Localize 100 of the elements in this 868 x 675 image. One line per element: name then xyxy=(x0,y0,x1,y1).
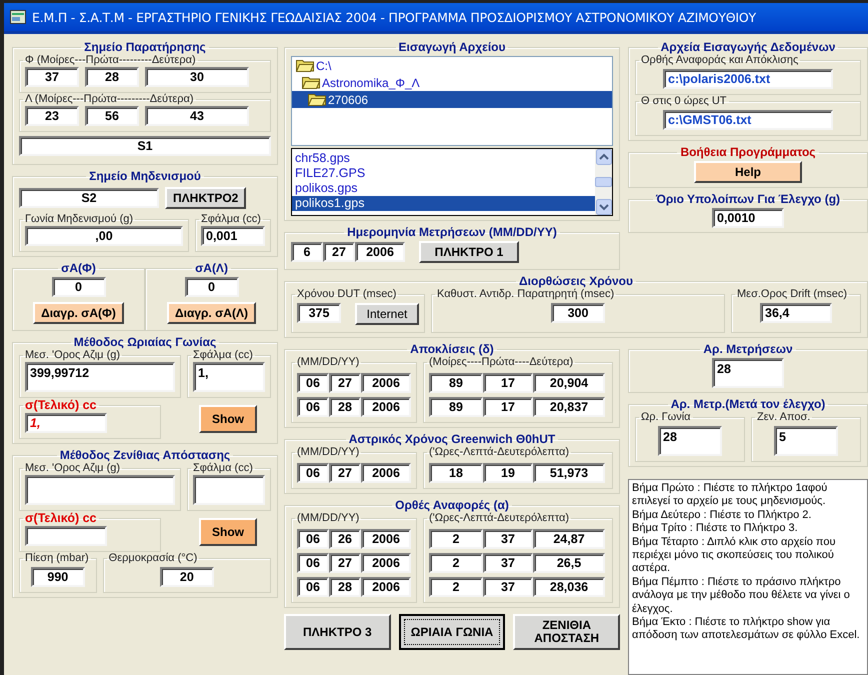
text-field[interactable]: 37 xyxy=(25,67,79,87)
text-field[interactable]: 20 xyxy=(160,567,214,587)
chevron-up-icon[interactable] xyxy=(596,149,612,165)
text-field[interactable]: 28 xyxy=(658,426,722,456)
text-field[interactable]: 28,036 xyxy=(533,577,605,597)
file-item[interactable]: FILE27.GPS xyxy=(292,166,595,181)
text-field[interactable]: 43 xyxy=(145,106,249,126)
group-label: Χρόνου DUT (msec) xyxy=(296,288,398,300)
text-field[interactable]: 28 xyxy=(329,577,361,597)
text-field[interactable]: 19 xyxy=(483,463,533,483)
text-field[interactable]: 56 xyxy=(85,106,139,126)
file-item[interactable]: polikos1.gps xyxy=(292,196,595,211)
chevron-down-icon[interactable] xyxy=(596,199,612,215)
text-field[interactable]: 20,904 xyxy=(533,373,605,393)
group-label: Μεσ. 'Ορος Αζιμ (g) xyxy=(24,462,122,474)
scrollbar[interactable] xyxy=(595,149,612,215)
text-field[interactable]: 6 xyxy=(291,242,323,262)
text-field[interactable]: 30 xyxy=(145,67,249,87)
text-field[interactable]: 28 xyxy=(712,358,784,388)
text-field[interactable]: 17 xyxy=(483,373,533,393)
text-field[interactable]: c:\polaris2006.txt xyxy=(663,69,833,89)
text-field[interactable]: 300 xyxy=(551,303,605,323)
text-field[interactable]: c:\GMST06.txt xyxy=(663,110,833,130)
folder-item[interactable]: Astronomika_Φ_Λ xyxy=(292,74,612,91)
text-field[interactable] xyxy=(25,475,175,505)
text-field[interactable]: 27 xyxy=(329,373,361,393)
text-field[interactable]: 0,001 xyxy=(201,226,265,246)
group-title: Εισαγωγή Αρχείου xyxy=(398,40,506,54)
text-field[interactable]: 375 xyxy=(297,303,341,323)
text-field[interactable]: 2 xyxy=(429,577,483,597)
text-field[interactable]: 0,0010 xyxy=(712,208,784,228)
text-field[interactable]: 26,5 xyxy=(533,553,605,573)
text-field[interactable]: 2 xyxy=(429,529,483,549)
text-field[interactable]: 06 xyxy=(297,553,329,573)
show-button[interactable]: Show xyxy=(199,404,257,432)
text-field[interactable]: 27 xyxy=(329,553,361,573)
text-field[interactable]: 06 xyxy=(297,397,329,417)
text-field[interactable]: 89 xyxy=(429,397,483,417)
text-field[interactable]: 23 xyxy=(25,106,79,126)
folder-item[interactable]: C:\ xyxy=(292,57,612,74)
text-field[interactable]: 5 xyxy=(774,426,838,456)
text-field[interactable]: ,00 xyxy=(25,226,183,246)
text-field[interactable]: 26 xyxy=(329,529,361,549)
folder-item[interactable]: 270606 xyxy=(292,91,612,108)
text-field[interactable]: 06 xyxy=(297,529,329,549)
text-field[interactable]: 37 xyxy=(483,553,533,573)
text-field[interactable]: 2006 xyxy=(361,529,411,549)
text-field[interactable]: 27 xyxy=(323,242,355,262)
text-field[interactable]: 18 xyxy=(429,463,483,483)
text-field[interactable]: 89 xyxy=(429,373,483,393)
text-field[interactable]: 06 xyxy=(297,373,329,393)
file-item[interactable]: polikos.gps xyxy=(292,181,595,196)
file-item[interactable]: chr58.gps xyxy=(292,151,595,166)
action-button[interactable]: ΖΕΝΙΘΙΑ ΑΠΟΣΤΑΣΗ xyxy=(513,614,620,650)
delete-button[interactable]: Διαγρ. σΑ(Φ) xyxy=(33,302,124,324)
text-field[interactable]: S2 xyxy=(19,188,159,208)
delete-button[interactable]: Διαγρ. σΑ(Λ) xyxy=(167,302,256,324)
group-label: Σφάλμα (cc) xyxy=(192,349,254,361)
text-field[interactable]: 990 xyxy=(30,567,85,587)
help-button[interactable]: Help xyxy=(694,161,802,183)
text-field[interactable]: 2006 xyxy=(361,373,411,393)
group-title: Ορθές Αναφορές (α) xyxy=(394,498,510,512)
text-field[interactable]: 399,99712 xyxy=(25,362,175,392)
text-field[interactable]: 06 xyxy=(297,577,329,597)
text-field[interactable]: 0 xyxy=(184,277,238,297)
group-title: Αποκλίσεις (δ) xyxy=(409,342,495,356)
text-field[interactable] xyxy=(193,475,265,505)
text-field[interactable]: 06 xyxy=(297,463,329,483)
text-field[interactable]: 2006 xyxy=(361,577,411,597)
action-button[interactable]: ΠΛΗΚΤΡΟ 3 xyxy=(284,614,391,650)
text-field[interactable]: 2006 xyxy=(361,553,411,573)
text-field[interactable]: 1, xyxy=(25,413,107,433)
text-field[interactable]: 2006 xyxy=(361,463,411,483)
folder-name: C:\ xyxy=(316,58,332,72)
text-field[interactable]: S1 xyxy=(19,136,271,156)
action-button[interactable]: ΩΡΙΑΙΑ ΓΩΝΙΑ xyxy=(398,614,506,650)
scroll-thumb[interactable] xyxy=(595,177,612,187)
text-field[interactable]: 2006 xyxy=(355,242,405,262)
show-button[interactable]: Show xyxy=(199,518,257,546)
zeroing-button[interactable]: ΠΛΗΚΤΡΟ2 xyxy=(165,187,246,209)
text-field[interactable]: 24,87 xyxy=(533,529,605,549)
text-field[interactable] xyxy=(25,526,107,546)
group-label: (MM/DD/YY) xyxy=(296,446,360,458)
text-field[interactable]: 37 xyxy=(483,529,533,549)
text-field[interactable]: 51,973 xyxy=(533,463,605,483)
key-1-button[interactable]: ΠΛΗΚΤΡΟ 1 xyxy=(419,241,519,263)
text-field[interactable]: 17 xyxy=(483,397,533,417)
folder-name: Astronomika_Φ_Λ xyxy=(322,76,420,90)
text-field[interactable]: 2 xyxy=(429,553,483,573)
text-field[interactable]: 28 xyxy=(329,397,361,417)
text-field[interactable]: 37 xyxy=(483,577,533,597)
text-field[interactable]: 28 xyxy=(85,67,139,87)
text-field[interactable]: 2006 xyxy=(361,397,411,417)
text-field[interactable]: 36,4 xyxy=(760,303,832,323)
group-label: ('Ωρες-Λεπτά-Δευτερόλεπτα) xyxy=(428,512,570,524)
text-field[interactable]: 27 xyxy=(329,463,361,483)
internet-button[interactable]: Internet xyxy=(355,303,419,325)
text-field[interactable]: 20,837 xyxy=(533,397,605,417)
text-field[interactable]: 1, xyxy=(193,362,265,392)
text-field[interactable]: 0 xyxy=(52,277,106,297)
